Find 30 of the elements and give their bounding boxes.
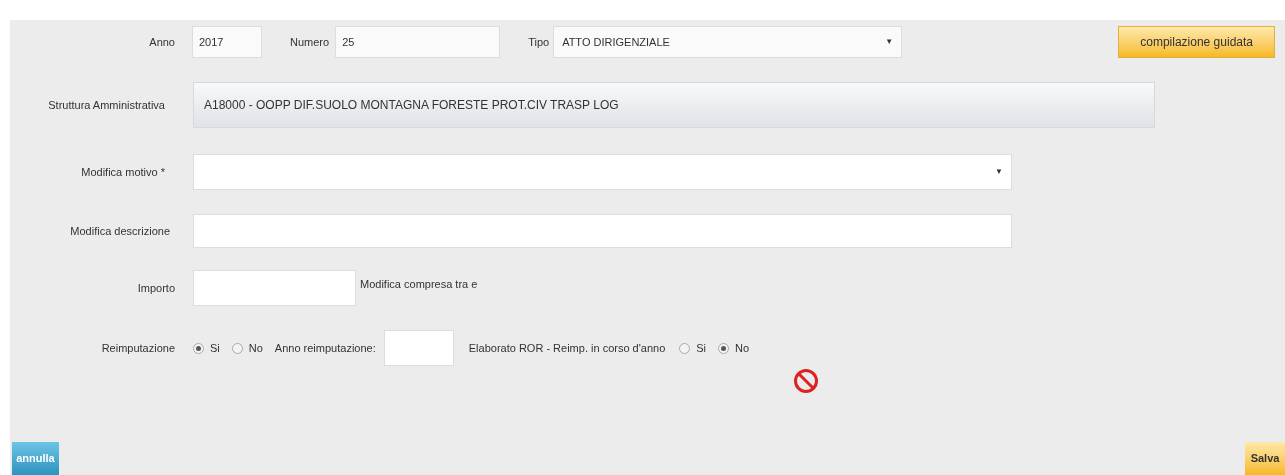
radio-button[interactable] [231, 342, 243, 354]
radio-label: No [735, 340, 750, 356]
readonly-field: A18000 - OOPP DIF.SUOLO MONTAGNA FORESTE PROT.CIV TRASP LOG [193, 82, 1155, 128]
input-field[interactable]: 25 [335, 26, 501, 58]
dropdown-field[interactable]: ▼ [193, 154, 1012, 190]
input-field[interactable] [193, 214, 1012, 248]
input-field[interactable] [193, 270, 356, 306]
field-label: Importo [136, 280, 175, 296]
radio-label: Si [696, 340, 707, 356]
radio-button[interactable] [193, 342, 204, 354]
guided-compilation-button[interactable]: compilazione guidata [1118, 26, 1276, 58]
range-note: Modifica compresa tra e [360, 277, 478, 292]
field-label: Anno reimputazione: [274, 340, 376, 356]
input-field[interactable] [383, 330, 454, 366]
field-label: Elaborato ROR - Reimp. in corso d'anno [468, 340, 666, 356]
input-field[interactable]: 2017 [192, 26, 262, 58]
not-allowed-cursor-icon [793, 368, 819, 394]
field-label: Anno [148, 34, 175, 50]
radio-label: No [248, 340, 263, 356]
field-label: Modifica descrizione [69, 223, 170, 239]
field-label: Modifica motivo * [80, 164, 165, 180]
field-label: Tipo [528, 34, 550, 50]
save-button[interactable]: Salva [1245, 442, 1285, 475]
field-label: Numero [290, 34, 330, 50]
radio-button[interactable] [679, 342, 691, 354]
radio-label: Si [210, 340, 220, 356]
field-label: Struttura Amministrativa [47, 97, 165, 113]
dropdown-field[interactable]: ATTO DIRIGENZIALE ▼ [553, 26, 903, 58]
radio-button[interactable] [718, 342, 730, 354]
field-label: Reimputazione [100, 340, 175, 356]
